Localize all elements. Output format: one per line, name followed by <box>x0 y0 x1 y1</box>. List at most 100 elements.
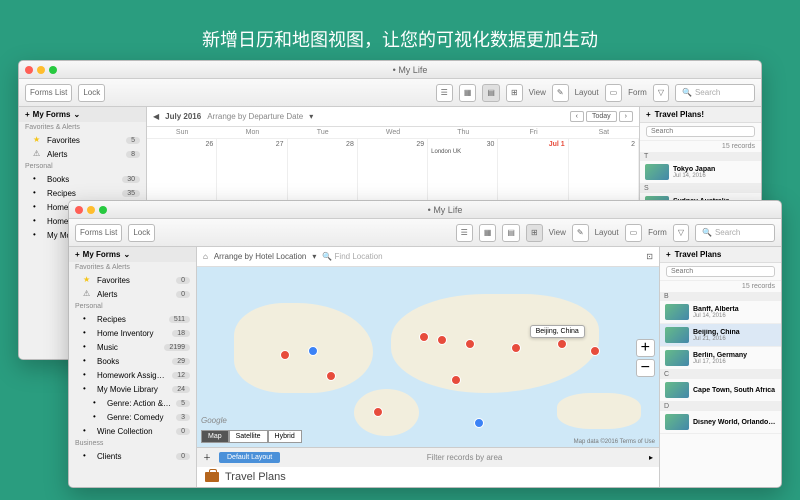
sidebar-item[interactable]: •My Movie Library24 <box>69 382 196 396</box>
sidebar-header[interactable]: + My Forms ⌄ <box>19 107 146 122</box>
record-card[interactable]: Cape Town, South Africa <box>660 379 781 402</box>
home-icon[interactable]: ⌂ <box>203 252 208 261</box>
sidebar-item[interactable]: •Homework Assignments12 <box>69 368 196 382</box>
list-icon: • <box>83 426 93 436</box>
map-callout[interactable]: Beijing, China <box>530 325 585 338</box>
view-segment-calendar[interactable]: ▤ <box>482 84 500 102</box>
sidebar-item[interactable]: •Books30 <box>19 172 146 186</box>
minimize-icon[interactable] <box>87 206 95 214</box>
sidebar-item[interactable]: •Clients0 <box>69 449 196 463</box>
list-icon: • <box>83 328 93 338</box>
panel-title: Travel Plans! <box>655 110 704 119</box>
sidebar-item[interactable]: •Recipes511 <box>69 312 196 326</box>
record-title: Tokyo Japan <box>673 166 756 173</box>
forms-list-button[interactable]: Forms List <box>25 84 72 102</box>
records-panel: + Travel Plans 15 records BBanff, Albert… <box>659 247 781 487</box>
find-location-input[interactable]: Find Location <box>335 252 383 261</box>
cal-next-button[interactable]: › <box>619 111 633 122</box>
minimize-icon[interactable] <box>37 66 45 74</box>
search-input[interactable]: 🔍 Search <box>675 84 755 102</box>
layout-button[interactable]: ✎ <box>552 84 569 102</box>
arrange-dropdown[interactable]: Arrange by Departure Date <box>207 112 303 121</box>
map-mode-satellite[interactable]: Satellite <box>229 430 268 443</box>
map-pin[interactable] <box>465 339 475 349</box>
sidebar-item[interactable]: •Recipes35 <box>19 186 146 200</box>
map-canvas[interactable]: Beijing, China Google MapSatelliteHybrid… <box>197 267 659 447</box>
filter-area-label: Filter records by area <box>288 453 641 462</box>
zoom-in-button[interactable]: + <box>636 339 655 357</box>
view-segment-grid[interactable]: ▦ <box>459 84 477 102</box>
view-segment-grid[interactable]: ▦ <box>479 224 497 242</box>
panel-search-input[interactable] <box>666 266 775 277</box>
sidebar-item[interactable]: •Music2199 <box>69 340 196 354</box>
view-segment-map[interactable]: ⊞ <box>506 84 523 102</box>
sidebar-item[interactable]: •Genre: Comedy3 <box>69 410 196 424</box>
record-card[interactable]: Beijing, ChinaJul 21, 2016 <box>660 324 781 347</box>
map-pin[interactable] <box>474 418 484 428</box>
sidebar-section: Personal <box>19 161 146 172</box>
record-card[interactable]: Disney World, Orlando, Florida <box>660 411 781 434</box>
form-button[interactable]: ▭ <box>605 84 623 102</box>
filter-button[interactable]: ▽ <box>653 84 669 102</box>
filter-button[interactable]: ▽ <box>673 224 689 242</box>
sidebar-item[interactable]: •Genre: Action & Adventure5 <box>69 396 196 410</box>
map-pin[interactable] <box>419 332 429 342</box>
record-card[interactable]: Tokyo JapanJul 14, 2016 <box>640 161 761 184</box>
zoom-out-button[interactable]: − <box>636 359 655 377</box>
group-letter: B <box>660 292 781 301</box>
cal-today-button[interactable]: Today <box>586 111 617 122</box>
sidebar-item[interactable]: ⚠Alerts0 <box>69 287 196 301</box>
panel-search-input[interactable] <box>646 126 755 137</box>
record-card[interactable]: Berlin, GermanyJul 17, 2016 <box>660 347 781 370</box>
map-options-button[interactable]: ⊡ <box>646 252 653 261</box>
calendar-event[interactable]: London UK <box>431 149 494 155</box>
sidebar-item-count: 29 <box>172 358 190 365</box>
collapse-button[interactable]: ▸ <box>649 453 653 462</box>
cal-prev-button[interactable]: ‹ <box>570 111 584 122</box>
sidebar-item[interactable]: •Home Inventory18 <box>69 326 196 340</box>
arrange-dropdown[interactable]: Arrange by Hotel Location <box>214 252 307 261</box>
form-label: Form <box>628 88 647 97</box>
toolbar: Forms List Lock ☰ ▦ ▤ ⊞ View ✎ Layout ▭ … <box>19 79 761 107</box>
form-button[interactable]: ▭ <box>625 224 643 242</box>
sidebar-item[interactable]: ★Favorites0 <box>69 273 196 287</box>
add-record-button[interactable]: ＋ <box>203 452 211 463</box>
sidebar-item[interactable]: •Wine Collection0 <box>69 424 196 438</box>
view-segment-calendar[interactable]: ▤ <box>502 224 520 242</box>
record-title: Cape Town, South Africa <box>693 387 776 394</box>
close-icon[interactable] <box>75 206 83 214</box>
forms-list-button[interactable]: Forms List <box>75 224 122 242</box>
lock-button[interactable]: Lock <box>78 84 105 102</box>
sidebar-header[interactable]: + My Forms ⌄ <box>69 247 196 262</box>
default-layout-button[interactable]: Default Layout <box>219 452 280 463</box>
sidebar-item-label: Recipes <box>97 315 165 324</box>
record-title: Banff, Alberta <box>693 306 776 313</box>
view-segment-map[interactable]: ⊞ <box>526 224 543 242</box>
map-pin[interactable] <box>280 350 290 360</box>
form-title-row: Travel Plans <box>197 467 659 487</box>
day-header: Thu <box>428 127 498 138</box>
search-input[interactable]: 🔍 Search <box>695 224 775 242</box>
sidebar-item-count: 12 <box>172 372 190 379</box>
zoom-icon[interactable] <box>49 66 57 74</box>
map-mode-map[interactable]: Map <box>201 430 229 443</box>
prev-month-button[interactable]: ◀ <box>153 112 159 121</box>
map-pin[interactable] <box>373 407 383 417</box>
map-mode-hybrid[interactable]: Hybrid <box>268 430 302 443</box>
sidebar-item[interactable]: ★Favorites5 <box>19 133 146 147</box>
view-segment-list[interactable]: ☰ <box>436 84 453 102</box>
record-count: 15 records <box>660 281 781 292</box>
sidebar-item[interactable]: •Books29 <box>69 354 196 368</box>
lock-button[interactable]: Lock <box>128 224 155 242</box>
map-pin[interactable] <box>308 346 318 356</box>
list-icon: • <box>33 188 43 198</box>
map-pin[interactable] <box>590 346 600 356</box>
view-segment-list[interactable]: ☰ <box>456 224 473 242</box>
zoom-icon[interactable] <box>99 206 107 214</box>
record-card[interactable]: Banff, AlbertaJul 14, 2016 <box>660 301 781 324</box>
sidebar-item[interactable]: ⚠Alerts8 <box>19 147 146 161</box>
close-icon[interactable] <box>25 66 33 74</box>
record-date: Jul 14, 2016 <box>693 313 776 319</box>
layout-button[interactable]: ✎ <box>572 224 589 242</box>
map-pin[interactable] <box>511 343 521 353</box>
